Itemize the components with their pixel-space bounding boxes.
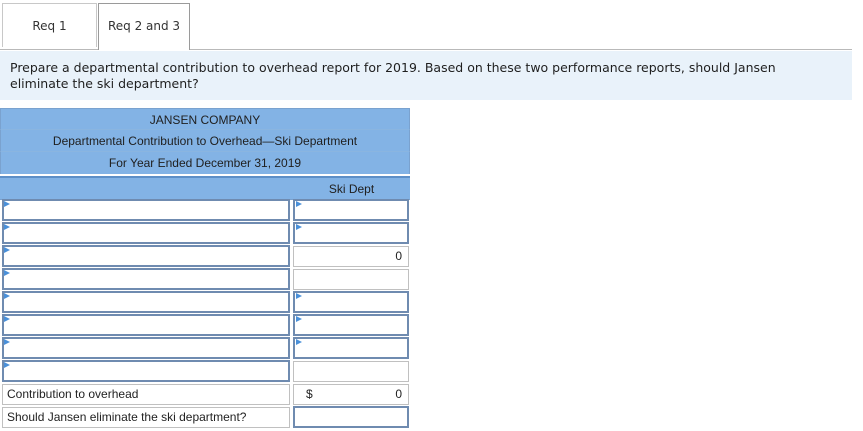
- column-header-row: Ski Dept: [0, 176, 410, 200]
- row-value-readonly: [293, 269, 409, 290]
- tab-req-2-and-3[interactable]: Req 2 and 3: [98, 3, 190, 50]
- contribution-label-cell: Contribution to overhead: [2, 384, 290, 405]
- table-row: [0, 199, 410, 223]
- report-company: JANSEN COMPANY: [0, 108, 410, 130]
- report-title: Departmental Contribution to Overhead—Sk…: [0, 130, 410, 152]
- table-row: [0, 314, 410, 338]
- input-marker-icon: [4, 339, 10, 345]
- input-marker-icon: [4, 362, 10, 368]
- instructions-panel: Prepare a departmental contribution to o…: [0, 51, 852, 100]
- table-row: 0: [0, 245, 410, 269]
- table-row: [0, 268, 410, 292]
- contribution-value: 0: [395, 387, 402, 401]
- contribution-value-cell: $0: [293, 384, 409, 405]
- eliminate-question: Should Jansen eliminate the ski departme…: [7, 410, 247, 424]
- eliminate-label-cell: Should Jansen eliminate the ski departme…: [2, 407, 290, 428]
- contribution-label: Contribution to overhead: [7, 387, 139, 401]
- contribution-row: Contribution to overhead $0: [0, 384, 410, 407]
- input-marker-icon: [296, 293, 302, 299]
- row-value-text: 0: [395, 249, 402, 263]
- report-period: For Year Ended December 31, 2019: [0, 152, 410, 174]
- row-value-input[interactable]: [293, 291, 409, 313]
- table-row: [0, 291, 410, 315]
- row-value-input[interactable]: [293, 199, 409, 221]
- row-label-input[interactable]: [2, 268, 290, 290]
- row-label-input[interactable]: [2, 245, 290, 267]
- currency-symbol: $: [306, 387, 313, 401]
- instructions-line-1: Prepare a departmental contribution to o…: [10, 60, 776, 75]
- row-value-input[interactable]: [293, 222, 409, 244]
- input-marker-icon: [296, 339, 302, 345]
- input-marker-icon: [4, 224, 10, 230]
- row-label-input[interactable]: [2, 360, 290, 382]
- row-label-input[interactable]: [2, 314, 290, 336]
- input-marker-icon: [4, 316, 10, 322]
- row-value-readonly: 0: [293, 246, 409, 267]
- row-value-readonly: [293, 361, 409, 382]
- input-marker-icon: [296, 224, 302, 230]
- input-marker-icon: [4, 247, 10, 253]
- row-value-input[interactable]: [293, 314, 409, 336]
- tab-bar: Req 1 Req 2 and 3: [0, 0, 863, 50]
- input-marker-icon: [4, 201, 10, 207]
- row-label-input[interactable]: [2, 199, 290, 221]
- input-marker-icon: [296, 201, 302, 207]
- input-marker-icon: [296, 316, 302, 322]
- row-label-input[interactable]: [2, 291, 290, 313]
- row-label-input[interactable]: [2, 222, 290, 244]
- row-label-input[interactable]: [2, 337, 290, 359]
- eliminate-row: Should Jansen eliminate the ski departme…: [0, 406, 410, 430]
- instructions-line-2: eliminate the ski department?: [10, 76, 199, 91]
- input-marker-icon: [4, 270, 10, 276]
- input-marker-icon: [4, 293, 10, 299]
- table-row: [0, 222, 410, 246]
- tab-req-1[interactable]: Req 1: [2, 3, 97, 47]
- table-row: [0, 337, 410, 361]
- column-header-ski-dept: Ski Dept: [328, 182, 375, 196]
- table-row: [0, 360, 410, 384]
- row-value-input[interactable]: [293, 337, 409, 359]
- eliminate-answer-input[interactable]: [293, 406, 409, 428]
